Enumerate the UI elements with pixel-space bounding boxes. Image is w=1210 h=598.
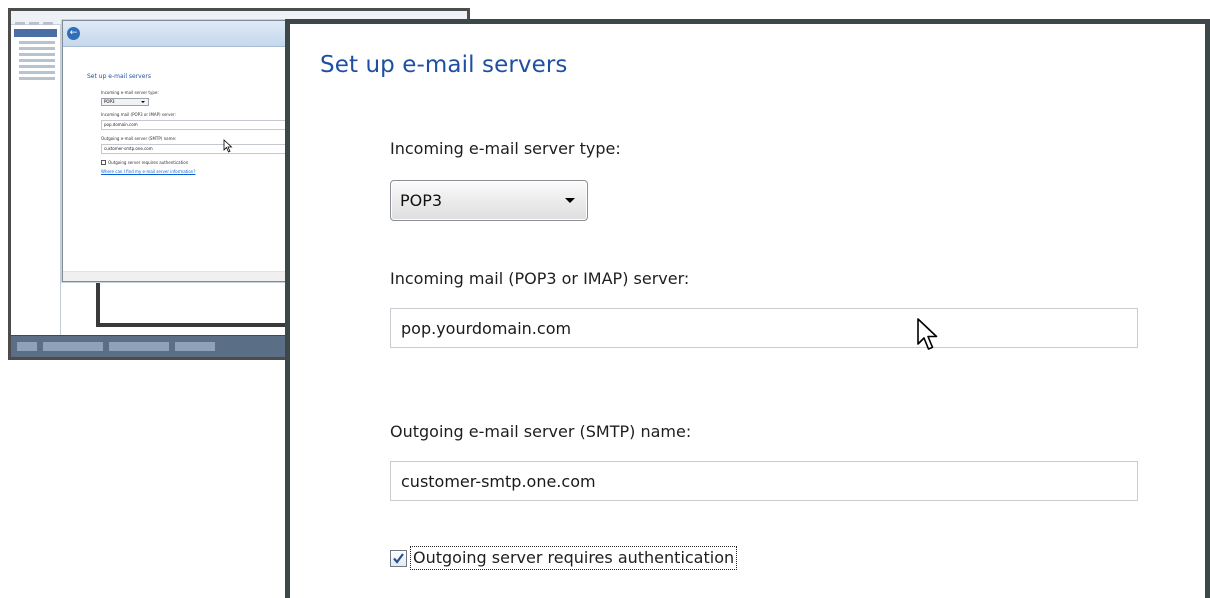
zoomed-dialog: Set up e-mail servers Incoming e-mail se…: [285, 19, 1210, 598]
mouse-pointer-icon: [223, 139, 233, 153]
thumbnail-dialog-titlebar: ←: [63, 21, 306, 47]
incoming-server-input[interactable]: [390, 308, 1138, 348]
incoming-type-select[interactable]: POP3: [390, 180, 588, 221]
auth-checkbox[interactable]: Outgoing server requires authentication: [390, 545, 738, 571]
thumbnail-dialog-footer: [63, 271, 306, 281]
thumbnail-incoming-type-label: Incoming e-mail server type:: [101, 90, 159, 95]
thumbnail-dialog-title: Set up e-mail servers: [87, 73, 152, 80]
mouse-pointer-icon: [917, 318, 938, 350]
thumbnail-incoming-server-input: pop.domain.com: [101, 120, 301, 130]
thumbnail-checkbox-icon: [101, 160, 106, 165]
thumbnail-incoming-server-label: Incoming mail (POP3 or IMAP) server:: [101, 112, 176, 117]
thumbnail-outgoing-server-label: Outgoing e-mail server (SMTP) name:: [101, 136, 177, 141]
incoming-type-value: POP3: [400, 191, 443, 210]
thumbnail-dialog: ← Set up e-mail servers Incoming e-mail …: [62, 20, 307, 282]
checkbox-checked-icon[interactable]: [390, 549, 407, 567]
thumbnail-auth-checkbox-label: Outgoing server requires authentication: [108, 160, 189, 165]
thumbnail-sidebar: [11, 25, 61, 335]
thumbnail-outgoing-server-input: customer-smtp.one.com: [101, 144, 301, 154]
back-arrow-icon: ←: [67, 27, 80, 40]
chevron-down-icon: [565, 198, 575, 203]
incoming-type-label: Incoming e-mail server type:: [390, 139, 621, 158]
checkmark-icon: [393, 552, 404, 564]
thumbnail-help-link: Where can I find my e-mail server inform…: [101, 169, 196, 174]
thumbnail-auth-checkbox: Outgoing server requires authentication: [101, 160, 306, 165]
outgoing-server-label: Outgoing e-mail server (SMTP) name:: [390, 422, 692, 441]
thumbnail-incoming-type-select: POP3: [101, 98, 149, 106]
auth-checkbox-label: Outgoing server requires authentication: [410, 546, 738, 570]
outgoing-server-input[interactable]: [390, 461, 1138, 501]
incoming-server-label: Incoming mail (POP3 or IMAP) server:: [390, 269, 690, 288]
page-title: Set up e-mail servers: [320, 52, 568, 78]
zoom-connector-outline: [96, 282, 296, 327]
